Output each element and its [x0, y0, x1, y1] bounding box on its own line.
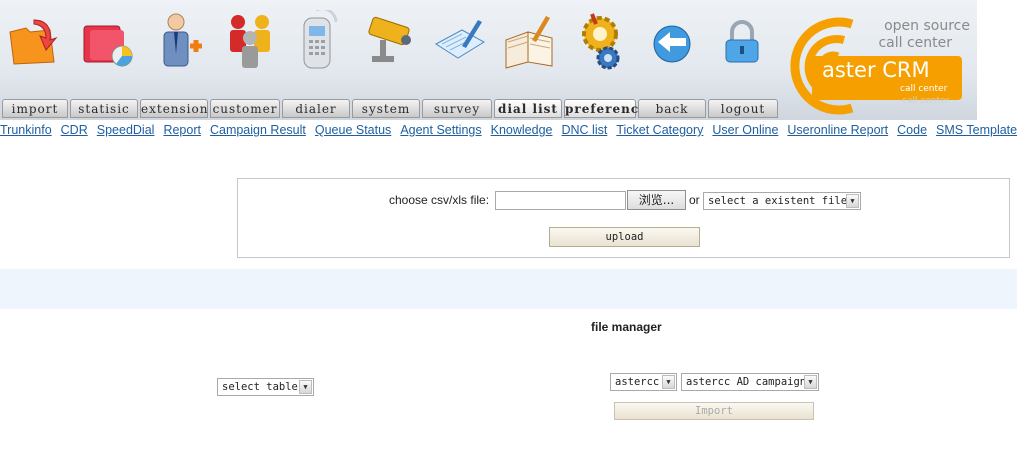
chevron-down-icon: ▼	[846, 194, 859, 208]
tab-statisic[interactable]: statisic	[70, 99, 138, 118]
chevron-down-icon: ▼	[662, 375, 675, 389]
nav-link-code[interactable]: Code	[897, 123, 927, 137]
nav-link-trunkinfo[interactable]: Trunkinfo	[0, 123, 52, 137]
notepad-icon[interactable]	[432, 10, 488, 72]
logo-tagline-2: call center	[878, 35, 952, 51]
security-camera-icon[interactable]	[364, 10, 420, 72]
tab-extension[interactable]: extension	[140, 99, 208, 118]
gears-icon[interactable]	[572, 10, 628, 72]
logo-tagline-1: open source	[884, 18, 970, 34]
import-button[interactable]: Import	[614, 402, 814, 420]
nav-link-useronline-report[interactable]: Useronline Report	[787, 123, 888, 137]
main-tabs: import statisic extension customer diale…	[0, 99, 780, 119]
secondary-nav: Trunkinfo CDR SpeedDial Report Campaign Resu…	[0, 123, 1017, 139]
chevron-down-icon: ▼	[299, 380, 312, 394]
tab-dialer[interactable]: dialer	[282, 99, 350, 118]
astercrm-logo: open source call center aster CRM call c…	[782, 10, 972, 118]
book-icon[interactable]	[502, 10, 558, 72]
existing-file-select-value: select a existent file	[708, 195, 848, 207]
browse-button[interactable]: 浏览...	[627, 190, 686, 210]
tab-logout[interactable]: logout	[708, 99, 778, 118]
nav-link-agent-settings[interactable]: Agent Settings	[400, 123, 481, 137]
tab-back[interactable]: back	[638, 99, 706, 118]
chevron-down-icon: ▼	[804, 375, 817, 389]
nav-link-queue-status[interactable]: Queue Status	[315, 123, 391, 137]
nav-link-knowledge[interactable]: Knowledge	[491, 123, 553, 137]
tab-survey[interactable]: survey	[422, 99, 492, 118]
or-label: or	[689, 193, 700, 207]
nav-link-sms-templates[interactable]: SMS Templates	[936, 123, 1017, 137]
logo-brand-text: aster CRM	[822, 58, 930, 82]
logo-subtitle: call center	[900, 84, 948, 94]
upload-button[interactable]: upload	[549, 227, 700, 247]
nav-link-cdr[interactable]: CDR	[61, 123, 88, 137]
nav-link-report[interactable]: Report	[163, 123, 201, 137]
nav-link-ticket-category[interactable]: Ticket Category	[616, 123, 703, 137]
back-globe-icon[interactable]	[644, 10, 700, 72]
file-path-input[interactable]	[495, 191, 626, 210]
group-select[interactable]: astercc ▼	[610, 373, 677, 391]
section-divider-band	[0, 269, 1017, 309]
tab-system[interactable]: system	[352, 99, 420, 118]
nav-link-campaign-result[interactable]: Campaign Result	[210, 123, 306, 137]
existing-file-select[interactable]: select a existent file ▼	[703, 192, 861, 210]
table-select-value: select table	[222, 381, 298, 393]
lock-icon[interactable]	[714, 10, 770, 72]
file-label: choose csv/xls file:	[389, 193, 490, 207]
folders-chart-icon[interactable]	[80, 10, 136, 72]
header-banner: import statisic extension customer diale…	[0, 0, 977, 120]
file-manager-title: file manager	[591, 320, 662, 334]
person-add-icon[interactable]	[154, 10, 210, 72]
table-select[interactable]: select table ▼	[217, 378, 314, 396]
campaign-select[interactable]: astercc AD campaign ▼	[681, 373, 819, 391]
campaign-select-value: astercc AD campaign	[686, 376, 807, 388]
group-select-value: astercc	[615, 376, 660, 388]
tab-customer[interactable]: customer	[210, 99, 280, 118]
nav-link-dnc-list[interactable]: DNC list	[561, 123, 607, 137]
nav-link-speeddial[interactable]: SpeedDial	[97, 123, 155, 137]
nav-link-user-online[interactable]: User Online	[712, 123, 778, 137]
tab-import[interactable]: import	[2, 99, 68, 118]
upload-panel: choose csv/xls file: 浏览... or select a e…	[237, 178, 1010, 258]
tab-dial-list[interactable]: dial list	[494, 99, 562, 118]
people-group-icon[interactable]	[224, 10, 280, 72]
folder-arrow-icon[interactable]	[6, 10, 62, 72]
tab-preference[interactable]: preference	[564, 99, 647, 118]
logo-subtitle-reflection: call center	[902, 96, 950, 106]
phone-icon[interactable]	[294, 10, 350, 72]
